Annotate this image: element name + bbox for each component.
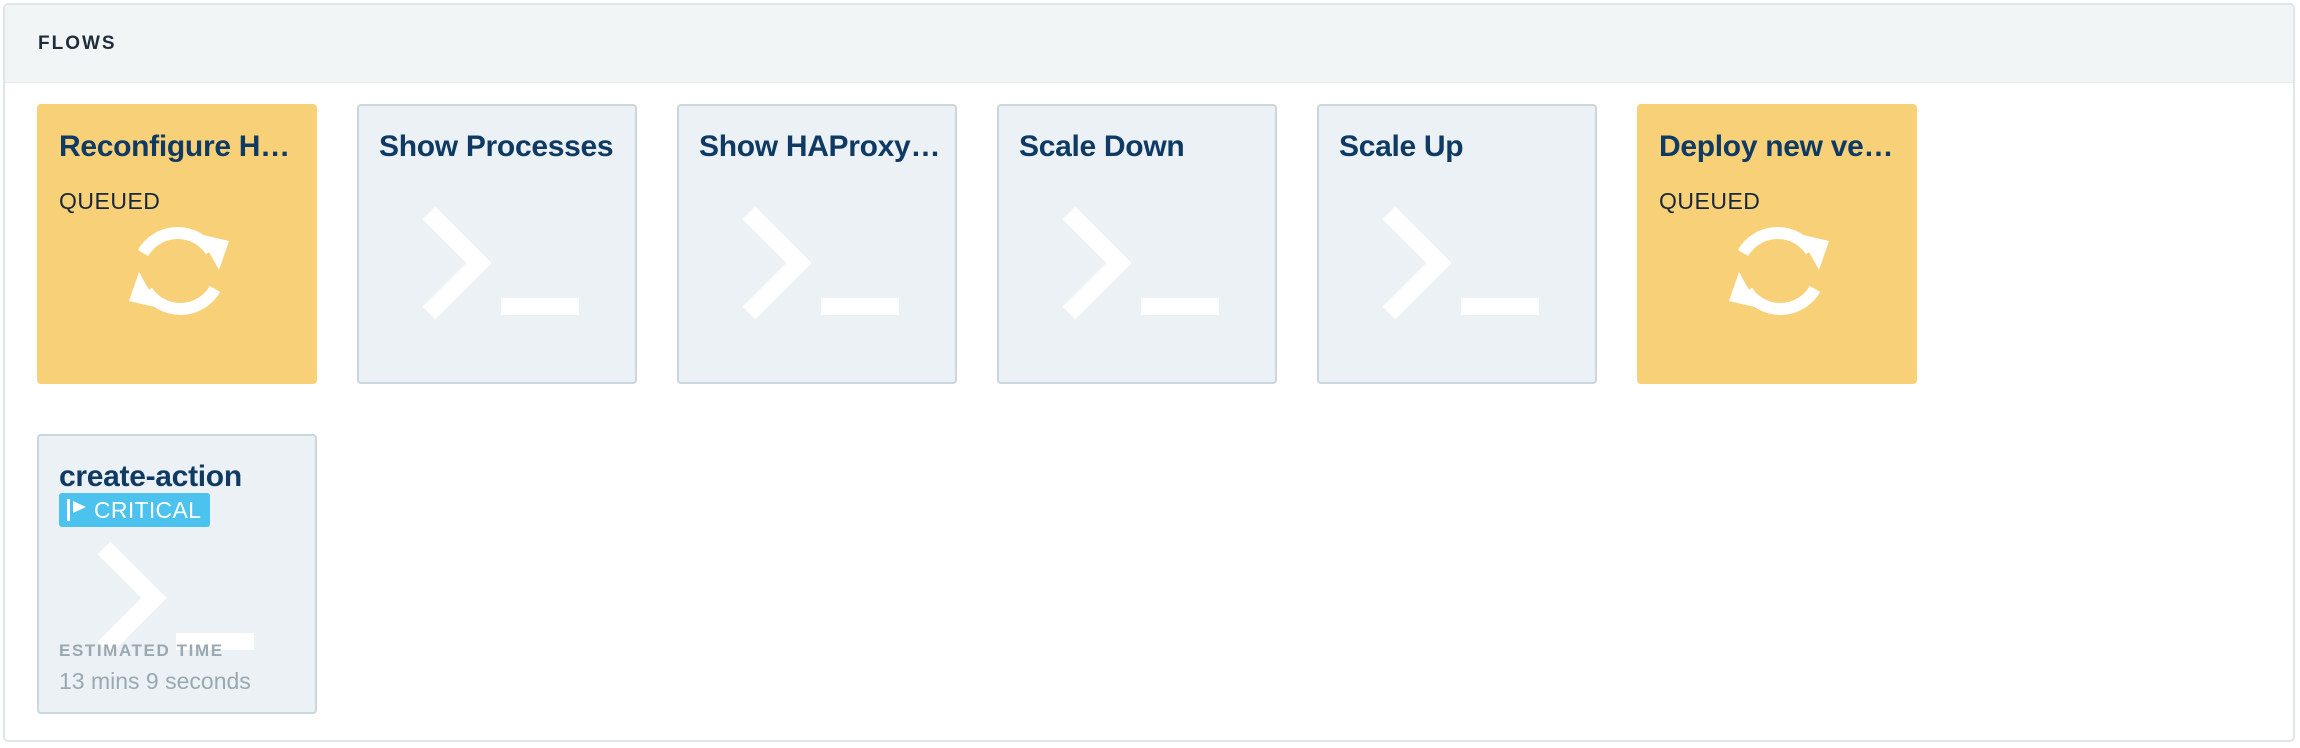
flow-card-title: Scale Up (1339, 130, 1464, 163)
flow-card-title: Show Processes (379, 130, 614, 163)
terminal-prompt-icon (422, 206, 579, 320)
flows-panel: FLOWS Reconfigure HAP... QUEUED Show Pro… (3, 3, 2295, 742)
terminal-prompt-icon (1062, 206, 1219, 320)
panel-title: FLOWS (38, 32, 117, 54)
flag-icon (67, 499, 86, 521)
flow-card-title: Reconfigure HAP... (59, 130, 304, 163)
flow-card-scale-up[interactable]: Scale Up (1317, 104, 1597, 384)
flow-card-show-processes[interactable]: Show Processes (357, 104, 637, 384)
terminal-prompt-icon (742, 206, 899, 320)
flow-card-show-haproxy-config[interactable]: Show HAProxy C... (677, 104, 957, 384)
badge-label: CRITICAL (94, 496, 202, 523)
sync-icon (129, 227, 229, 315)
terminal-prompt-icon (1382, 206, 1539, 320)
panel-header: FLOWS (5, 5, 2293, 83)
sync-icon (1729, 227, 1829, 315)
flow-card-title: Deploy new versi... (1659, 130, 1904, 163)
flow-card-create-action[interactable]: create-action CRITICAL ESTIMATED TIME 13… (37, 434, 317, 714)
critical-badge: CRITICAL (59, 493, 211, 527)
flow-card-deploy-new-version[interactable]: Deploy new versi... QUEUED (1637, 104, 1917, 384)
flow-card-scale-down[interactable]: Scale Down (997, 104, 1277, 384)
flow-card-title: Scale Down (1019, 130, 1185, 163)
flow-card-title: create-action (59, 460, 242, 493)
estimated-time-label: ESTIMATED TIME (59, 641, 224, 660)
estimated-time-value: 13 mins 9 seconds (59, 668, 251, 694)
flow-card-title: Show HAProxy C... (699, 130, 944, 163)
flow-card-reconfigure-haproxy[interactable]: Reconfigure HAP... QUEUED (37, 104, 317, 384)
